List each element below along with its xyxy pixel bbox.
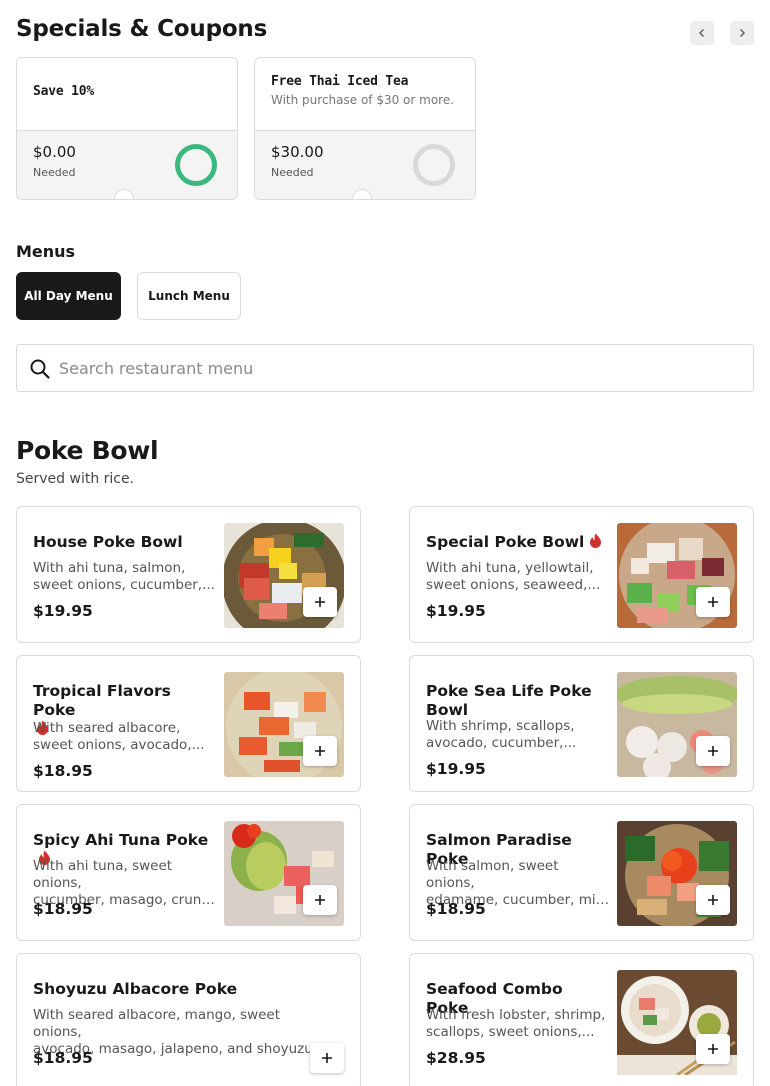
coupon-amount: $30.00: [271, 143, 324, 161]
section-subtitle: Served with rice.: [16, 471, 135, 487]
add-item-button[interactable]: [696, 587, 730, 617]
chevron-left-icon: [698, 28, 705, 38]
plus-icon: [315, 746, 325, 756]
coupon-needed-label: Needed: [33, 166, 76, 179]
menus-label: Menus: [16, 242, 76, 261]
coupon-progress-ring: [413, 144, 455, 186]
flame-icon: [589, 533, 602, 548]
tab-all-day-menu[interactable]: All Day Menu: [16, 272, 121, 320]
carousel-prev-button[interactable]: [690, 21, 714, 45]
tab-lunch-menu[interactable]: Lunch Menu: [137, 272, 241, 320]
section-title: Poke Bowl: [16, 436, 159, 465]
coupon-needed-label: Needed: [271, 166, 314, 179]
plus-icon: [322, 1053, 332, 1063]
menu-item-card[interactable]: Tropical Flavors Poke With seared albaco…: [16, 655, 361, 792]
plus-icon: [708, 1044, 718, 1054]
menu-item-card[interactable]: Salmon Paradise Poke With salmon, sweet …: [409, 804, 754, 941]
menu-item-card[interactable]: Shoyuzu Albacore Poke With seared albaco…: [16, 953, 361, 1086]
add-item-button[interactable]: [303, 885, 337, 915]
item-price: $18.95: [426, 900, 486, 918]
menu-search-box[interactable]: [16, 344, 754, 392]
plus-icon: [315, 895, 325, 905]
add-item-button[interactable]: [310, 1043, 344, 1073]
coupon-progress-ring: [175, 144, 217, 186]
item-price: $18.95: [33, 762, 93, 780]
add-item-button[interactable]: [303, 587, 337, 617]
coupon-name: Save 10%: [33, 84, 95, 99]
item-description: With ahi tuna, yellowtail, sweet onions, …: [426, 560, 601, 593]
menu-item-card[interactable]: Spicy Ahi Tuna Poke With ahi tuna, sweet…: [16, 804, 361, 941]
menu-item-card[interactable]: Seafood Combo Poke With fresh lobster, s…: [409, 953, 754, 1086]
coupon-description: With purchase of $30 or more.: [271, 93, 455, 107]
item-name: Poke Sea Life Poke Bowl: [426, 682, 592, 719]
coupon-card-free-thai-iced-tea[interactable]: Free Thai Iced Tea With purchase of $30 …: [254, 57, 476, 200]
coupon-card-save-10[interactable]: Save 10% $0.00 Needed: [16, 57, 238, 200]
add-item-button[interactable]: [696, 1034, 730, 1064]
carousel-next-button[interactable]: [730, 21, 754, 45]
add-item-button[interactable]: [303, 736, 337, 766]
item-description: With shrimp, scallops, avocado, cucumber,…: [426, 718, 577, 751]
item-price: $19.95: [33, 602, 93, 620]
item-name: Shoyuzu Albacore Poke: [33, 980, 238, 998]
item-description: With fresh lobster, shrimp, scallops, swe…: [426, 1007, 606, 1040]
search-input[interactable]: [59, 345, 739, 391]
menu-item-card[interactable]: House Poke Bowl With ahi tuna, salmon, sw…: [16, 506, 361, 643]
plus-icon: [708, 746, 718, 756]
specials-title: Specials & Coupons: [16, 16, 268, 42]
item-name: House Poke Bowl: [33, 533, 183, 551]
coupon-amount: $0.00: [33, 143, 76, 161]
item-price: $18.95: [33, 900, 93, 918]
item-price: $18.95: [33, 1049, 93, 1067]
item-description: With seared albacore, sweet onions, avoca…: [33, 720, 205, 753]
plus-icon: [708, 895, 718, 905]
item-price: $28.95: [426, 1049, 486, 1067]
item-price: $19.95: [426, 602, 486, 620]
item-price: $19.95: [426, 760, 486, 778]
menu-item-card[interactable]: Special Poke Bowl With ahi tuna, yellowt…: [409, 506, 754, 643]
plus-icon: [708, 597, 718, 607]
item-name: Special Poke Bowl: [426, 533, 609, 552]
search-icon: [30, 359, 50, 379]
add-item-button[interactable]: [696, 885, 730, 915]
plus-icon: [315, 597, 325, 607]
coupon-name: Free Thai Iced Tea: [271, 74, 409, 89]
add-item-button[interactable]: [696, 736, 730, 766]
chevron-right-icon: [739, 28, 746, 38]
menu-item-card[interactable]: Poke Sea Life Poke Bowl With shrimp, sca…: [409, 655, 754, 792]
item-description: With ahi tuna, salmon, sweet onions, cucu…: [33, 560, 215, 593]
